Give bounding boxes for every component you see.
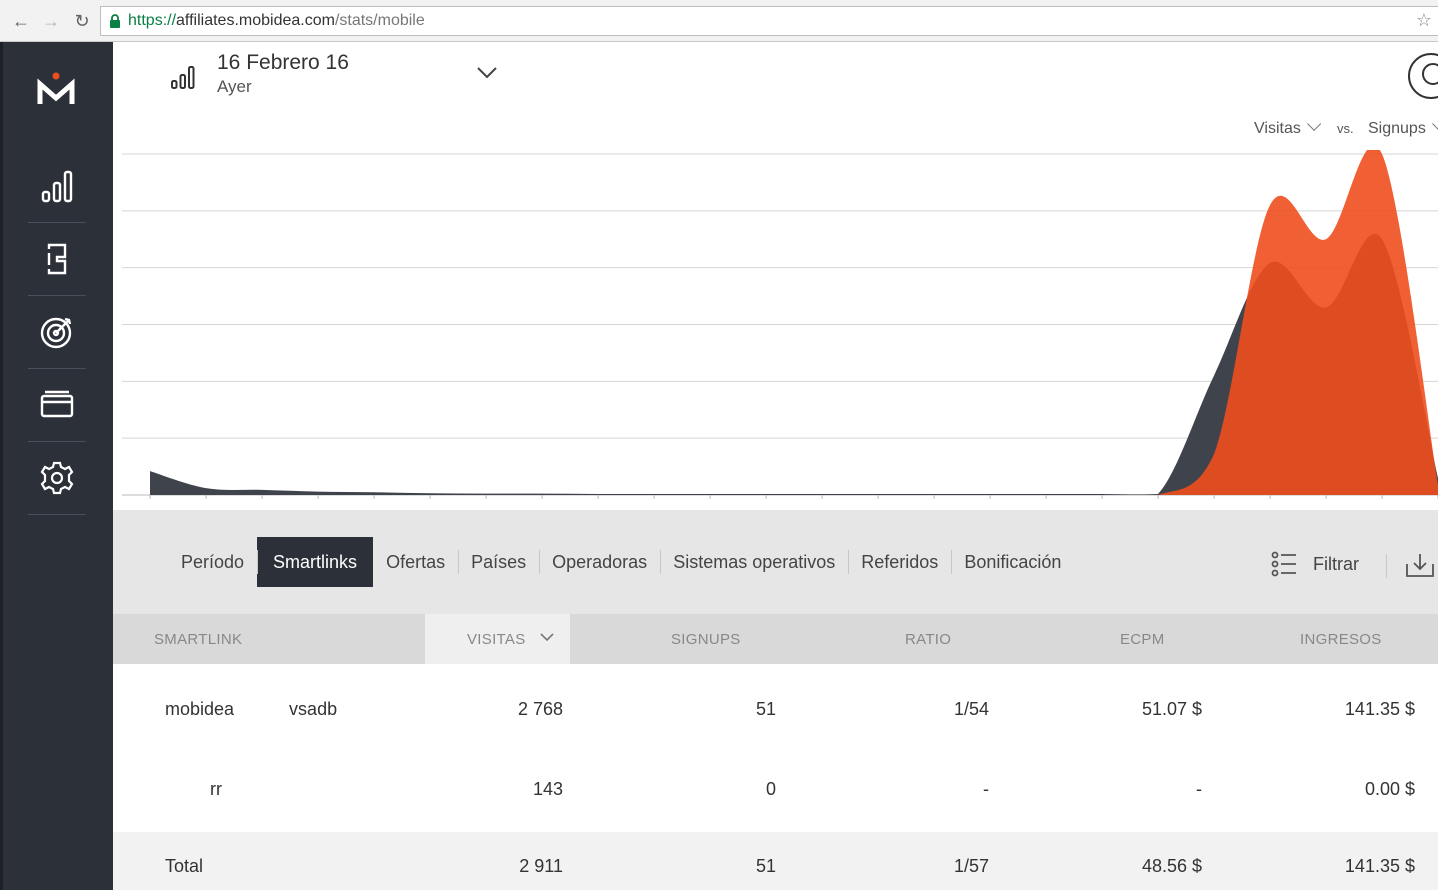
cell-total-label: Total	[165, 856, 204, 876]
sidebar-item-smartlinks[interactable]	[28, 223, 86, 296]
tab-países[interactable]: Países	[458, 537, 539, 587]
metric-primary-label: Visitas	[1254, 120, 1301, 137]
cell-signups: 0	[765, 779, 776, 799]
url-text: https://affiliates.mobidea.com/stats/mob…	[128, 12, 425, 29]
tab-bonificación[interactable]: Bonificación	[951, 537, 1074, 587]
cell-visitas: 143	[532, 779, 563, 799]
address-bar[interactable]: https://affiliates.mobidea.com/stats/mob…	[100, 6, 1438, 36]
cell-ingresos: 0.00 $	[1364, 779, 1415, 799]
series-area-signups	[150, 150, 1438, 495]
tab-referidos[interactable]: Referidos	[848, 537, 951, 587]
chevron-down-icon	[1306, 116, 1322, 131]
cell-ratio: 1/54	[953, 699, 989, 719]
reload-icon[interactable]: ↻	[71, 10, 93, 32]
cell-ingresos: 141.35 $	[1344, 699, 1415, 719]
report-tabs-bar: Período Smartlinks Ofertas Países Operadoras…	[113, 510, 1438, 614]
cell-total-ratio: 1/57	[953, 856, 989, 876]
sidebar-item-payments[interactable]	[28, 369, 86, 442]
cell-visitas: 2 768	[517, 699, 563, 719]
table-row[interactable]: mobidea vsadb 2 768 51 1/54 51.07 $ 141.…	[113, 664, 1438, 744]
tab-sistemas-operativos[interactable]: Sistemas operativos	[660, 537, 848, 587]
sidebar-item-stats[interactable]	[28, 150, 86, 223]
column-header-visitas[interactable]: VISITAS	[425, 614, 570, 664]
bookmark-star-icon[interactable]: ☆	[1416, 10, 1432, 31]
stats-bars-icon	[41, 170, 73, 203]
date-stats-icon	[171, 66, 195, 89]
column-header-ecpm[interactable]: ECPM	[1120, 614, 1165, 664]
metric-secondary-select[interactable]: Signups	[1368, 116, 1438, 138]
sidebar-edge	[0, 42, 3, 890]
user-avatar-icon[interactable]	[1408, 53, 1438, 99]
divider	[1386, 554, 1387, 578]
metric-vs-label: vs.	[1337, 121, 1354, 136]
forward-icon[interactable]: →	[40, 10, 62, 32]
cell-ratio: -	[983, 779, 989, 799]
table-row[interactable]: rr 143 0 - - 0.00 $	[113, 744, 1438, 824]
sidebar-item-offers[interactable]	[28, 296, 86, 369]
sort-chevron-icon	[540, 633, 554, 642]
filter-list-icon	[1271, 551, 1296, 577]
tab-smartlinks[interactable]: Smartlinks	[257, 537, 374, 587]
metric-primary-select[interactable]: Visitas	[1254, 116, 1322, 138]
credit-card-icon	[40, 390, 74, 418]
tab-ofertas[interactable]: Ofertas	[373, 537, 458, 587]
cell-total-visitas: 2 911	[519, 856, 563, 876]
date-title: 16 Febrero 16	[217, 51, 349, 74]
cell-signups: 51	[755, 699, 776, 719]
metric-secondary-label: Signups	[1368, 120, 1426, 137]
cell-ecpm: 51.07 $	[1141, 699, 1202, 719]
cell-total-ingresos: 141.35 $	[1344, 856, 1415, 876]
column-header-ingresos[interactable]: INGRESOS	[1300, 614, 1382, 664]
mobidea-logo[interactable]	[36, 70, 76, 110]
column-header-smartlink[interactable]: SMARTLINK	[154, 614, 242, 664]
tab-operadoras[interactable]: Operadoras	[539, 537, 660, 587]
cell-total-ecpm: 48.56 $	[1141, 856, 1202, 876]
table-total-row: Total 2 911 51 1/57 48.56 $ 141.35 $	[113, 832, 1438, 890]
cell-smartlink: rr	[210, 779, 222, 799]
cell-total-signups: 51	[755, 856, 776, 876]
report-tabs: Período Smartlinks Ofertas Países Operadoras…	[168, 537, 1074, 587]
browser-toolbar: ← → ↻ https://affiliates.mobidea.com/sta…	[0, 0, 1438, 42]
download-icon[interactable]	[1405, 552, 1435, 578]
chevron-down-icon[interactable]	[476, 66, 498, 80]
sidebar-item-settings[interactable]	[28, 442, 86, 515]
chevron-down-icon	[1431, 116, 1438, 131]
filter-label: Filtrar	[1313, 553, 1359, 574]
table-header: SMARTLINK VISITAS SIGNUPS RATIO ECPM ING…	[113, 614, 1438, 664]
tab-período[interactable]: Período	[168, 537, 257, 587]
traffic-area-chart	[122, 150, 1438, 499]
column-header-ratio[interactable]: RATIO	[905, 614, 951, 664]
target-icon	[40, 317, 72, 349]
column-header-signups[interactable]: SIGNUPS	[671, 614, 741, 664]
back-icon[interactable]: ←	[10, 10, 32, 32]
sidebar	[0, 42, 113, 890]
column-header-label: VISITAS	[467, 631, 526, 648]
cell-ecpm: -	[1196, 779, 1202, 799]
settings-gear-icon	[40, 461, 74, 495]
filter-button[interactable]: Filtrar	[1271, 551, 1359, 577]
smartlink-icon	[47, 243, 67, 275]
cell-smartlink: mobidea vsadb	[165, 699, 338, 719]
lock-icon	[110, 14, 120, 28]
date-period: Ayer	[217, 77, 252, 96]
